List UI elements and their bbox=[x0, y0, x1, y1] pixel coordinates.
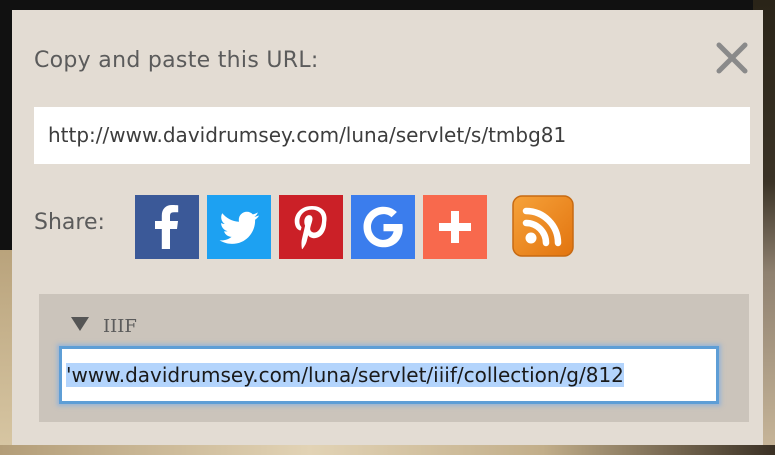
facebook-share-button[interactable] bbox=[135, 195, 199, 259]
iiif-toggle[interactable]: IIIF bbox=[71, 316, 137, 337]
close-icon bbox=[716, 42, 748, 74]
twitter-share-button[interactable] bbox=[207, 195, 271, 259]
google-icon bbox=[351, 195, 415, 259]
triangle-down-icon bbox=[71, 317, 89, 331]
google-share-button[interactable] bbox=[351, 195, 415, 259]
rss-feed-button[interactable] bbox=[512, 195, 574, 257]
plus-icon bbox=[423, 195, 487, 259]
twitter-icon bbox=[207, 195, 271, 259]
pinterest-share-button[interactable] bbox=[279, 195, 343, 259]
facebook-icon bbox=[135, 195, 199, 259]
close-button[interactable] bbox=[712, 38, 752, 78]
dialog-title: Copy and paste this URL: bbox=[34, 48, 319, 73]
iiif-panel: IIIF 'www.davidrumsey.com/luna/servlet/i… bbox=[39, 294, 749, 422]
share-url-field[interactable]: http://www.davidrumsey.com/luna/servlet/… bbox=[34, 107, 750, 164]
background-map-edge-bottom bbox=[0, 445, 775, 455]
iiif-label: IIIF bbox=[103, 316, 137, 337]
rss-icon bbox=[512, 195, 574, 257]
iiif-url-field[interactable]: 'www.davidrumsey.com/luna/servlet/iiif/c… bbox=[59, 346, 719, 404]
more-share-button[interactable] bbox=[423, 195, 487, 259]
background-map-edge-left bbox=[0, 250, 12, 455]
share-dialog: Copy and paste this URL: http://www.davi… bbox=[12, 10, 763, 445]
iiif-url-selected-text: 'www.davidrumsey.com/luna/servlet/iiif/c… bbox=[66, 363, 624, 387]
share-label: Share: bbox=[34, 210, 105, 235]
pinterest-icon bbox=[279, 195, 343, 259]
